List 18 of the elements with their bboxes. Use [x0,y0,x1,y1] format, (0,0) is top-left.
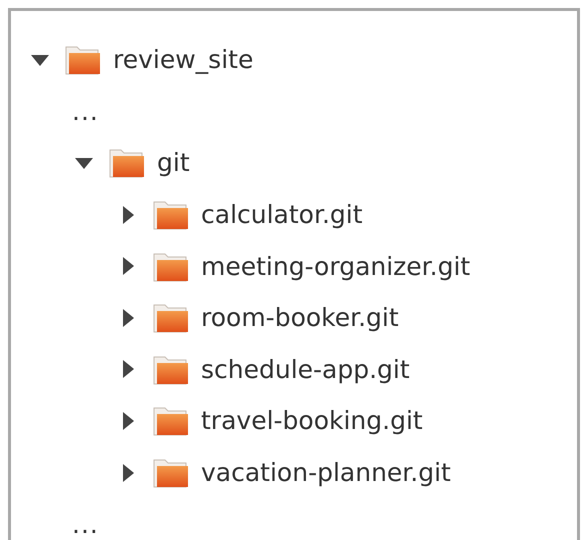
folder-icon [153,354,189,385]
folder-name[interactable]: travel-booking.git [201,406,423,436]
folder-icon [153,302,189,334]
folder-name[interactable]: review_site [113,45,254,74]
folder-icon [153,199,189,230]
folder-icon [65,44,101,76]
folder-icon [153,405,189,436]
ellipsis-text: ... [72,96,99,126]
folder-name[interactable]: room-booker.git [201,303,399,332]
folder-name[interactable]: meeting-organizer.git [201,252,470,281]
folder-name[interactable]: calculator.git [201,200,363,230]
folder-icon [109,147,145,178]
folder-name[interactable]: schedule-app.git [201,354,410,384]
folder-name[interactable]: vacation-planner.git [201,458,451,488]
folder-name[interactable]: git [157,148,190,178]
folder-icon [153,457,189,488]
ellipsis-text: ... [72,510,99,539]
folder-icon [153,250,189,282]
